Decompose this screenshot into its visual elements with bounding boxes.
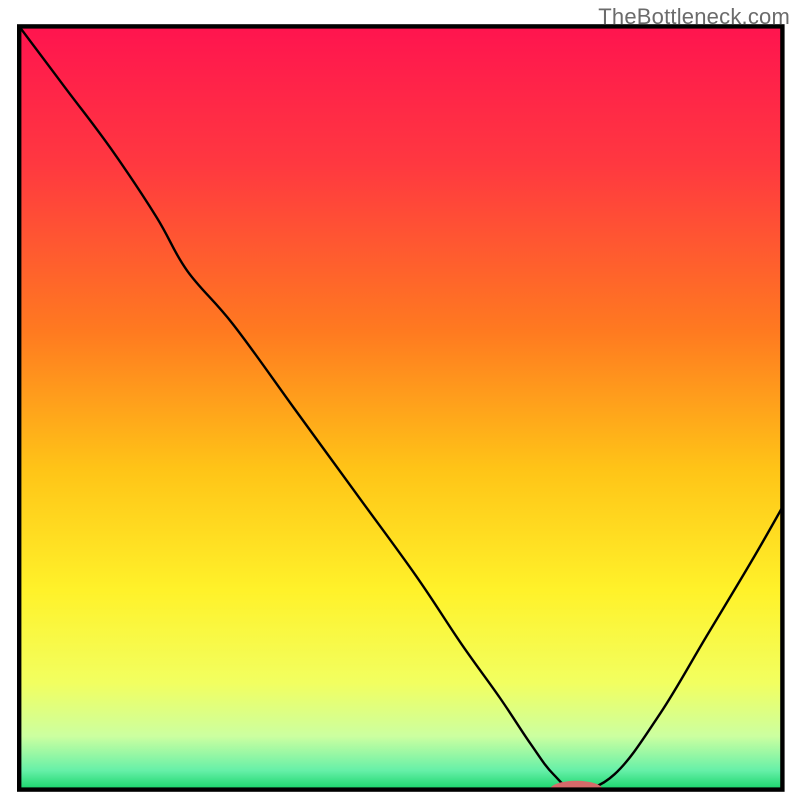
- chart-container: { "watermark": { "text": "TheBottleneck.…: [0, 0, 800, 800]
- watermark-text: TheBottleneck.com: [598, 4, 790, 30]
- gradient-fill: [19, 26, 782, 789]
- bottleneck-chart: [0, 0, 800, 800]
